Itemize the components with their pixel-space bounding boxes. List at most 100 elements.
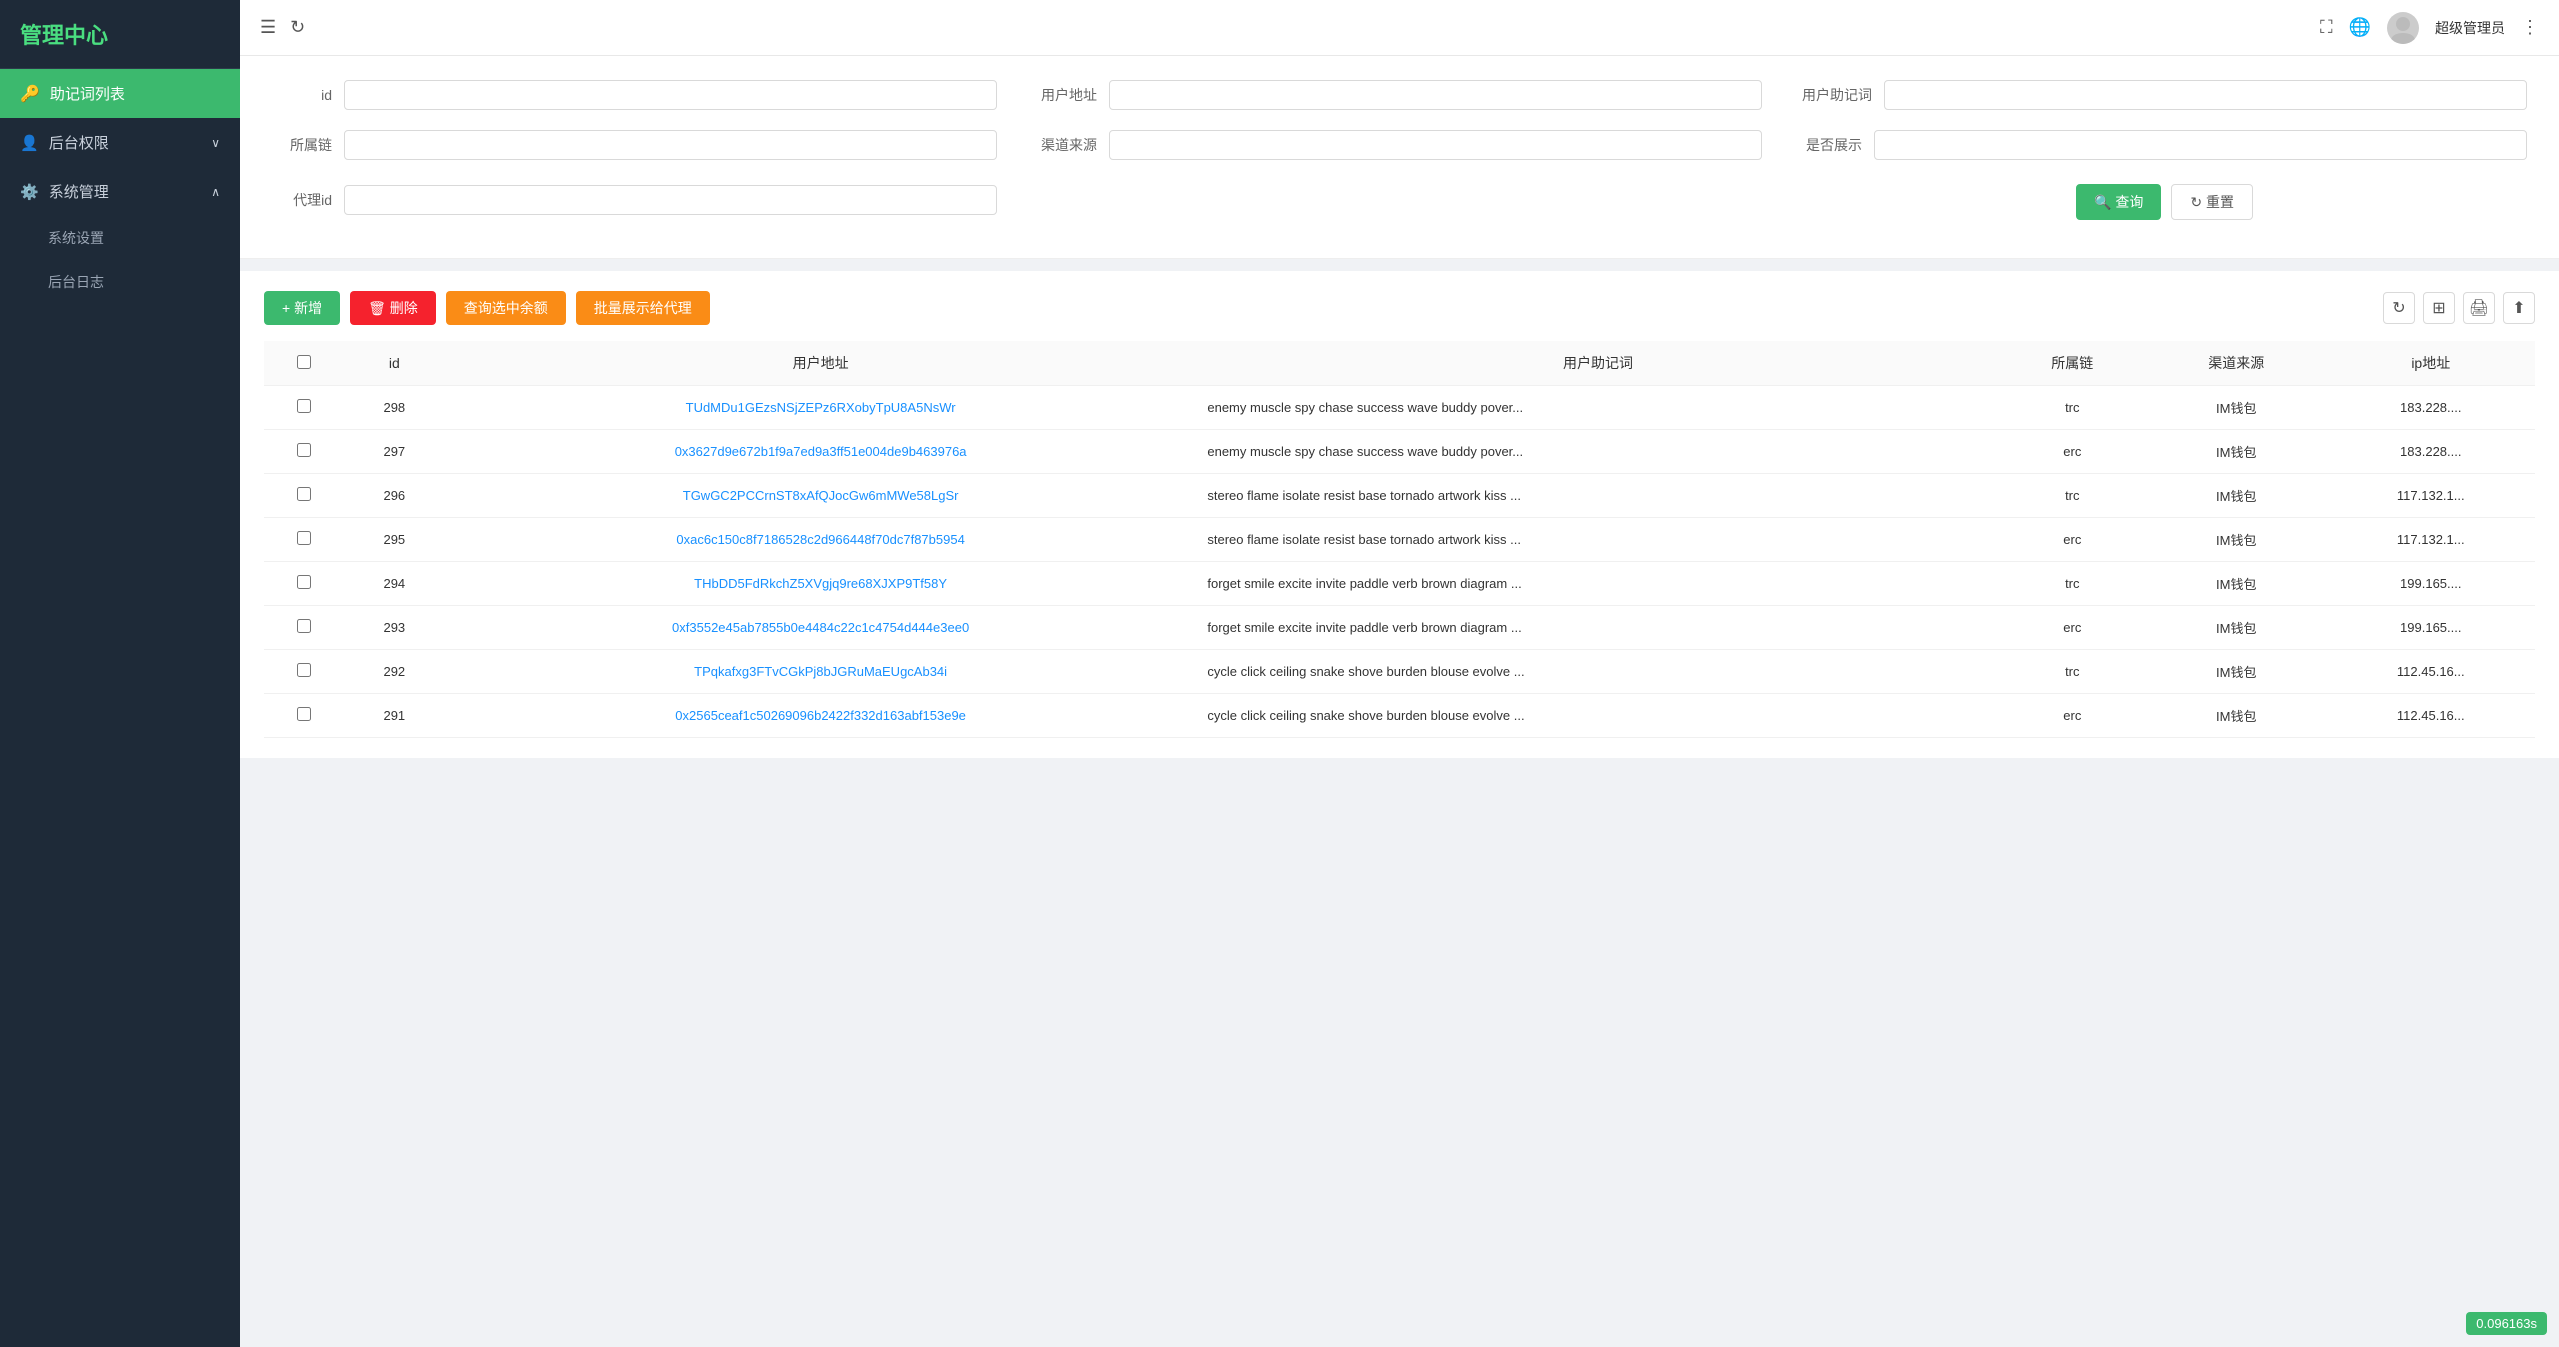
row-checkbox[interactable] <box>297 707 311 721</box>
version-badge: 0.096163s <box>2466 1312 2547 1335</box>
table-toolbar: + 新增 🗑 删除 查询选中余额 批量展示给代理 ↻ ⊞ 🖨 ⬆ <box>264 291 2535 325</box>
search-button[interactable]: 🔍 查询 <box>2076 184 2161 220</box>
gear-icon: ⚙️ <box>20 183 39 201</box>
delete-button[interactable]: 🗑 删除 <box>350 291 436 325</box>
table-refresh-button[interactable]: ↻ <box>2383 292 2415 324</box>
query-balance-button[interactable]: 查询选中余额 <box>446 291 566 325</box>
row-checkbox[interactable] <box>297 575 311 589</box>
fullscreen-icon[interactable]: ⛶ <box>2320 17 2333 38</box>
row-checkbox-cell <box>264 430 345 474</box>
filter-agent-input[interactable] <box>344 185 997 215</box>
row-mnemonic: enemy muscle spy chase success wave budd… <box>1197 386 1998 430</box>
sidebar-item-mnemonic-list[interactable]: 🔑 助记词列表 <box>0 69 240 118</box>
row-checkbox-cell <box>264 606 345 650</box>
row-checkbox-cell <box>264 694 345 738</box>
row-chain: erc <box>1999 430 2146 474</box>
address-link[interactable]: TPqkafxg3FTvCGkPj8bJGRuMaEUgcAb34i <box>694 664 947 679</box>
sidebar-sub-item-system-settings[interactable]: 系统设置 <box>0 216 240 260</box>
batch-show-button[interactable]: 批量展示给代理 <box>576 291 710 325</box>
globe-icon[interactable]: 🌐 <box>2349 17 2371 38</box>
row-ip: 117.132.1... <box>2327 474 2535 518</box>
row-chain: erc <box>1999 606 2146 650</box>
row-checkbox[interactable] <box>297 399 311 413</box>
sidebar-item-backend-permissions[interactable]: 👤 后台权限 ∨ <box>0 118 240 167</box>
filter-id-label: id <box>272 87 332 103</box>
main-area: ☰ ↻ ⛶ 🌐 超级管理员 ⋮ id 用户地址 <box>240 0 2559 1347</box>
filter-mnemonic-label: 用户助记词 <box>1802 85 1872 105</box>
filter-row-mnemonic: 用户助记词 <box>1802 80 2527 110</box>
table-print-button[interactable]: 🖨 <box>2463 292 2495 324</box>
row-address: 0xf3552e45ab7855b0e4484c22c1c4754d444e3e… <box>444 606 1198 650</box>
table-row: 297 0x3627d9e672b1f9a7ed9a3ff51e004de9b4… <box>264 430 2535 474</box>
address-link[interactable]: 0x3627d9e672b1f9a7ed9a3ff51e004de9b46397… <box>675 444 967 459</box>
address-link[interactable]: 0x2565ceaf1c50269096b2422f332d163abf153e… <box>675 708 966 723</box>
filter-show-input[interactable] <box>1874 130 2527 160</box>
row-ip: 117.132.1... <box>2327 518 2535 562</box>
row-source: IM钱包 <box>2146 386 2327 430</box>
row-checkbox[interactable] <box>297 663 311 677</box>
row-address: 0x2565ceaf1c50269096b2422f332d163abf153e… <box>444 694 1198 738</box>
topbar: ☰ ↻ ⛶ 🌐 超级管理员 ⋮ <box>240 0 2559 56</box>
row-source: IM钱包 <box>2146 518 2327 562</box>
row-checkbox-cell <box>264 650 345 694</box>
filter-channel-input[interactable] <box>1109 130 1762 160</box>
table-row: 291 0x2565ceaf1c50269096b2422f332d163abf… <box>264 694 2535 738</box>
filter-panel: id 用户地址 用户助记词 所属链 渠道来源 <box>240 56 2559 259</box>
row-address: TGwGC2PCCrnST8xAfQJocGw6mMWe58LgSr <box>444 474 1198 518</box>
menu-toggle-icon[interactable]: ☰ <box>260 17 276 38</box>
col-mnemonic: 用户助记词 <box>1197 341 1998 386</box>
address-link[interactable]: THbDD5FdRkchZ5XVgjq9re68XJXP9Tf58Y <box>694 576 947 591</box>
address-link[interactable]: 0xac6c150c8f7186528c2d966448f70dc7f87b59… <box>676 532 964 547</box>
address-link[interactable]: 0xf3552e45ab7855b0e4484c22c1c4754d444e3e… <box>672 620 969 635</box>
row-chain: trc <box>1999 562 2146 606</box>
table-columns-button[interactable]: ⊞ <box>2423 292 2455 324</box>
row-checkbox-cell <box>264 518 345 562</box>
row-mnemonic: forget smile excite invite paddle verb b… <box>1197 606 1998 650</box>
backend-log-label: 后台日志 <box>48 274 104 290</box>
filter-channel-label: 渠道来源 <box>1037 135 1097 155</box>
col-source: 渠道来源 <box>2146 341 2327 386</box>
row-checkbox[interactable] <box>297 619 311 633</box>
row-checkbox[interactable] <box>297 531 311 545</box>
row-id: 294 <box>345 562 444 606</box>
table-export-button[interactable]: ⬆ <box>2503 292 2535 324</box>
topbar-right: ⛶ 🌐 超级管理员 ⋮ <box>2320 12 2539 44</box>
row-chain: erc <box>1999 518 2146 562</box>
key-icon: 🔑 <box>20 84 40 104</box>
more-options-icon[interactable]: ⋮ <box>2521 17 2539 38</box>
col-id: id <box>345 341 444 386</box>
add-button[interactable]: + 新增 <box>264 291 340 325</box>
row-id: 297 <box>345 430 444 474</box>
filter-mnemonic-input[interactable] <box>1884 80 2527 110</box>
filter-row-show-status: 是否展示 <box>1802 130 2527 160</box>
row-checkbox[interactable] <box>297 443 311 457</box>
filter-row-channel: 渠道来源 <box>1037 130 1762 160</box>
sidebar-sub-item-backend-log[interactable]: 后台日志 <box>0 260 240 304</box>
row-id: 291 <box>345 694 444 738</box>
content-area: id 用户地址 用户助记词 所属链 渠道来源 <box>240 56 2559 1347</box>
filter-id-input[interactable] <box>344 80 997 110</box>
row-checkbox[interactable] <box>297 487 311 501</box>
select-all-checkbox[interactable] <box>297 355 311 369</box>
row-address: 0x3627d9e672b1f9a7ed9a3ff51e004de9b46397… <box>444 430 1198 474</box>
refresh-icon[interactable]: ↻ <box>290 17 305 38</box>
filter-address-input[interactable] <box>1109 80 1762 110</box>
filter-actions: 🔍 查询 ↻ 重置 <box>1802 184 2527 220</box>
row-ip: 112.45.16... <box>2327 650 2535 694</box>
filter-chain-input[interactable] <box>344 130 997 160</box>
avatar <box>2387 12 2419 44</box>
filter-grid: id 用户地址 用户助记词 所属链 渠道来源 <box>272 80 2527 220</box>
row-id: 296 <box>345 474 444 518</box>
row-address: 0xac6c150c8f7186528c2d966448f70dc7f87b59… <box>444 518 1198 562</box>
col-chain: 所属链 <box>1999 341 2146 386</box>
reset-button[interactable]: ↻ 重置 <box>2171 184 2253 220</box>
filter-row-user-address: 用户地址 <box>1037 80 1762 110</box>
address-link[interactable]: TUdMDu1GEzsNSjZEPz6RXobyTpU8A5NsWr <box>686 400 956 415</box>
toolbar-right: ↻ ⊞ 🖨 ⬆ <box>2383 292 2535 324</box>
row-checkbox-cell <box>264 386 345 430</box>
table-row: 295 0xac6c150c8f7186528c2d966448f70dc7f8… <box>264 518 2535 562</box>
row-source: IM钱包 <box>2146 694 2327 738</box>
address-link[interactable]: TGwGC2PCCrnST8xAfQJocGw6mMWe58LgSr <box>683 488 959 503</box>
sidebar-item-system-management[interactable]: ⚙️ 系统管理 ∧ <box>0 167 240 216</box>
table-row: 292 TPqkafxg3FTvCGkPj8bJGRuMaEUgcAb34i c… <box>264 650 2535 694</box>
